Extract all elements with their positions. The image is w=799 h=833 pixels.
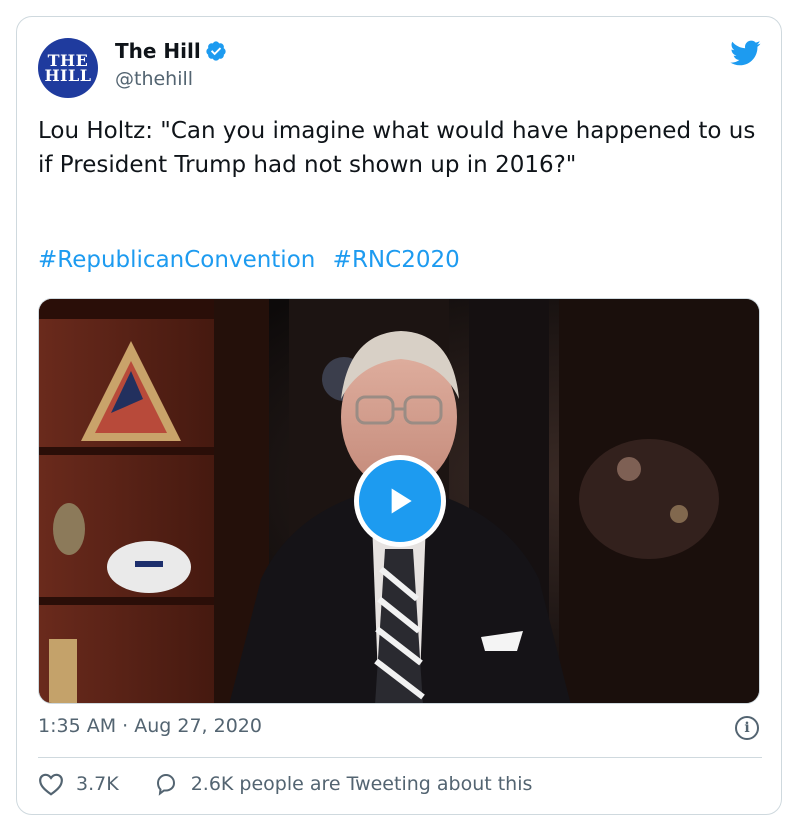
hashtag-link[interactable]: #RepublicanConvention <box>38 247 315 273</box>
author-name-row[interactable]: The Hill <box>115 39 227 63</box>
play-button[interactable] <box>354 455 446 547</box>
avatar-text-line2: HILL <box>44 66 92 85</box>
avatar[interactable]: THE HILL <box>38 38 98 98</box>
tweet-timestamp[interactable]: 1:35 AM · Aug 27, 2020 <box>38 715 262 737</box>
tweet-actions: 3.7K 2.6K people are Tweeting about this <box>38 772 532 796</box>
likes-count: 3.7K <box>76 773 119 795</box>
conversation-button[interactable]: 2.6K people are Tweeting about this <box>153 772 533 796</box>
verified-badge-icon <box>206 41 226 61</box>
speech-bubble-icon <box>156 773 175 796</box>
tweet-text: Lou Holtz: "Can you imagine what would h… <box>38 118 756 178</box>
video-player[interactable] <box>38 298 760 704</box>
tweet-card[interactable]: THE HILL The Hill @thehill Lou Holtz: "C… <box>16 16 782 815</box>
twitter-bird-icon[interactable] <box>729 39 761 67</box>
hashtag-link[interactable]: #RNC2020 <box>333 247 460 273</box>
play-icon <box>391 488 412 514</box>
hashtags: #RepublicanConvention #RNC2020 <box>38 247 470 273</box>
divider <box>38 757 762 758</box>
handle[interactable]: @thehill <box>115 68 193 90</box>
display-name[interactable]: The Hill <box>115 39 201 63</box>
like-button[interactable]: 3.7K <box>38 772 119 796</box>
conversation-label: 2.6K people are Tweeting about this <box>190 773 533 795</box>
info-icon[interactable]: i <box>735 716 759 740</box>
heart-icon <box>39 773 63 796</box>
